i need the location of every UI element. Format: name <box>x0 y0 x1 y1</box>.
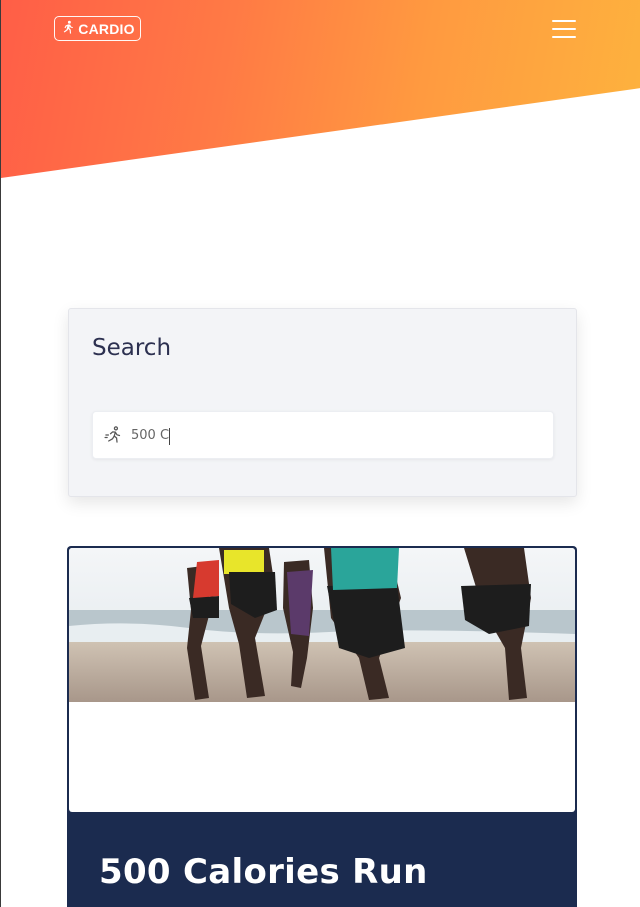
runner-icon <box>103 425 123 445</box>
search-input[interactable] <box>131 427 553 443</box>
brand-logo-text: CARDIO <box>78 20 135 37</box>
menu-line <box>552 36 576 38</box>
search-title: Search <box>92 335 172 361</box>
result-card[interactable]: 500 Calories Run <box>67 546 577 907</box>
search-card: Search <box>68 308 577 497</box>
menu-line <box>552 28 576 30</box>
runner-icon <box>60 20 75 38</box>
menu-line <box>552 20 576 22</box>
result-image-frame <box>69 548 575 812</box>
page: CARDIO Search 500 C 500 Calories Run <box>0 0 640 907</box>
brand-logo[interactable]: CARDIO <box>54 16 141 41</box>
hamburger-menu-icon[interactable] <box>550 18 578 40</box>
result-title: 500 Calories Run <box>99 852 428 892</box>
search-input-field[interactable] <box>92 411 554 459</box>
text-cursor <box>169 428 170 445</box>
runners-on-beach-photo <box>69 548 575 702</box>
